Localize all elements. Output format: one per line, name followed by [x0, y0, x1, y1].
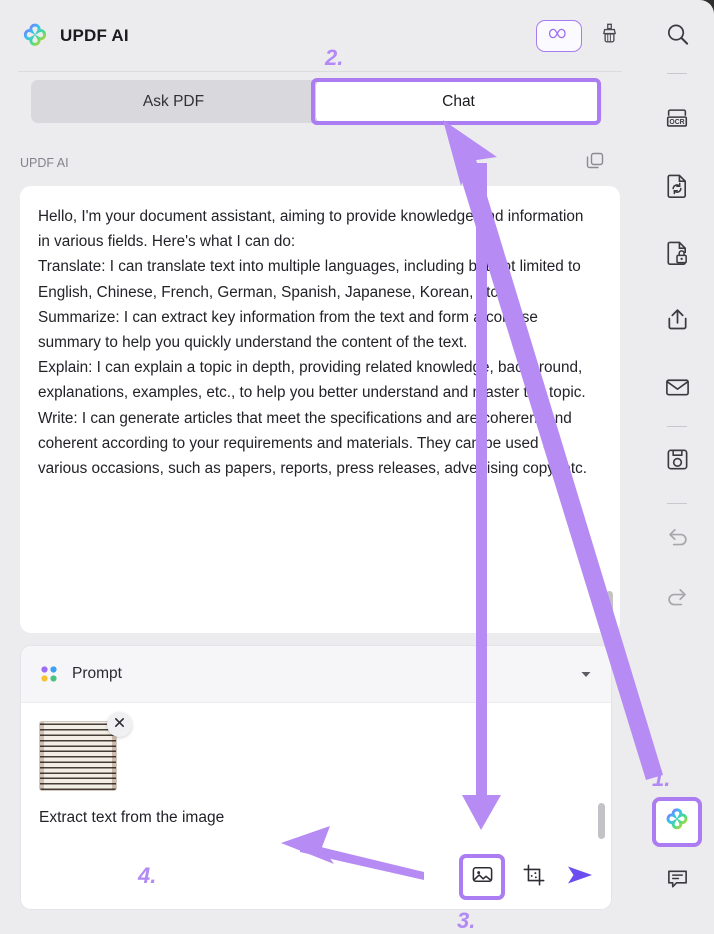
message-paragraph: Write: I can generate articles that meet… — [38, 409, 587, 478]
message-sender: UPDF AI — [20, 156, 69, 170]
crop-scan-icon — [522, 863, 546, 892]
credits-button[interactable] — [536, 20, 582, 52]
rail-separator — [667, 503, 687, 504]
undo-icon — [665, 525, 690, 552]
save-disk-icon — [665, 447, 690, 477]
prompt-input-value[interactable]: Extract text from the image — [39, 809, 593, 827]
four-dots-icon — [38, 663, 60, 685]
message-paragraph: Summarize: I can extract key information… — [38, 308, 538, 352]
rail-item-ocr[interactable]: OCR — [654, 98, 700, 144]
message-paragraph: Translate: I can translate text into mul… — [38, 258, 581, 301]
rail-item-save[interactable] — [654, 439, 700, 485]
brand-name: UPDF AI — [60, 26, 129, 45]
message-scrollbar-thumb[interactable] — [606, 591, 613, 627]
rail-item-undo[interactable] — [654, 515, 700, 561]
prompt-toolbar — [459, 854, 597, 900]
right-tool-rail: OCR — [640, 0, 714, 934]
updf-ai-window: UPDF AI Ask PDF Chat UPDF AI Hello, I'm … — [0, 0, 714, 934]
message-paragraph: Hello, I'm your document assistant, aimi… — [38, 208, 584, 251]
tab-ask-pdf[interactable]: Ask PDF — [31, 80, 316, 123]
rail-item-search[interactable] — [654, 14, 700, 60]
attachment-thumbnail[interactable] — [39, 721, 117, 791]
window-corner — [696, 0, 714, 18]
rail-item-share[interactable] — [654, 299, 700, 345]
updf-clover-logo-icon — [20, 21, 50, 51]
send-button[interactable] — [563, 862, 597, 892]
close-icon — [113, 716, 126, 734]
copy-message-button[interactable] — [584, 150, 608, 174]
share-upload-icon — [665, 307, 690, 337]
rail-separator — [667, 426, 687, 427]
search-icon — [665, 22, 690, 52]
brand: UPDF AI — [20, 21, 129, 51]
rail-item-redo[interactable] — [654, 575, 700, 621]
infinity-icon — [547, 27, 571, 45]
header-actions — [536, 20, 622, 52]
chevron-down-icon[interactable] — [579, 667, 593, 681]
prompt-title: Prompt — [72, 665, 122, 682]
prompt-header[interactable]: Prompt — [21, 646, 611, 703]
message-meta: UPDF AI — [20, 152, 620, 174]
document-lock-icon — [665, 239, 690, 271]
rail-item-convert[interactable] — [654, 165, 700, 211]
prompt-body[interactable]: Extract text from the image — [21, 703, 611, 909]
mail-envelope-icon — [664, 376, 691, 403]
copy-icon — [584, 152, 606, 176]
mode-tabs: Ask PDF Chat — [31, 80, 601, 123]
header-divider — [18, 71, 622, 72]
brush-icon — [599, 22, 620, 50]
updf-clover-logo-icon — [663, 806, 691, 839]
comment-bubble-icon — [665, 867, 690, 895]
attach-image-button[interactable] — [459, 854, 505, 900]
ai-panel: UPDF AI Ask PDF Chat UPDF AI Hello, I'm … — [0, 0, 640, 934]
prompt-card: Prompt Extract text from the image — [20, 645, 612, 910]
rail-item-comment[interactable] — [654, 858, 700, 904]
rail-item-updf-ai[interactable] — [652, 797, 702, 847]
message-paragraph: Explain: I can explain a topic in depth,… — [38, 359, 586, 402]
image-icon — [471, 863, 494, 891]
redo-icon — [665, 585, 690, 612]
convert-document-icon — [665, 172, 690, 204]
ocr-icon: OCR — [664, 106, 690, 136]
assistant-message-bubble: Hello, I'm your document assistant, aimi… — [20, 186, 620, 633]
brush-button[interactable] — [596, 22, 622, 50]
tab-chat[interactable]: Chat — [316, 80, 601, 123]
remove-attachment-button[interactable] — [107, 712, 132, 737]
send-arrow-icon — [565, 862, 595, 893]
tab-ask-pdf-label: Ask PDF — [142, 92, 205, 110]
crop-scan-button[interactable] — [519, 862, 549, 892]
svg-text:OCR: OCR — [669, 119, 684, 126]
tab-chat-label: Chat — [442, 92, 475, 110]
attachment-thumbnail-wrapper — [39, 712, 132, 793]
rail-item-email[interactable] — [654, 366, 700, 412]
rail-separator — [667, 73, 687, 74]
prompt-scrollbar-thumb[interactable] — [598, 803, 605, 839]
rail-item-protect[interactable] — [654, 232, 700, 278]
ai-panel-header: UPDF AI — [0, 0, 640, 72]
